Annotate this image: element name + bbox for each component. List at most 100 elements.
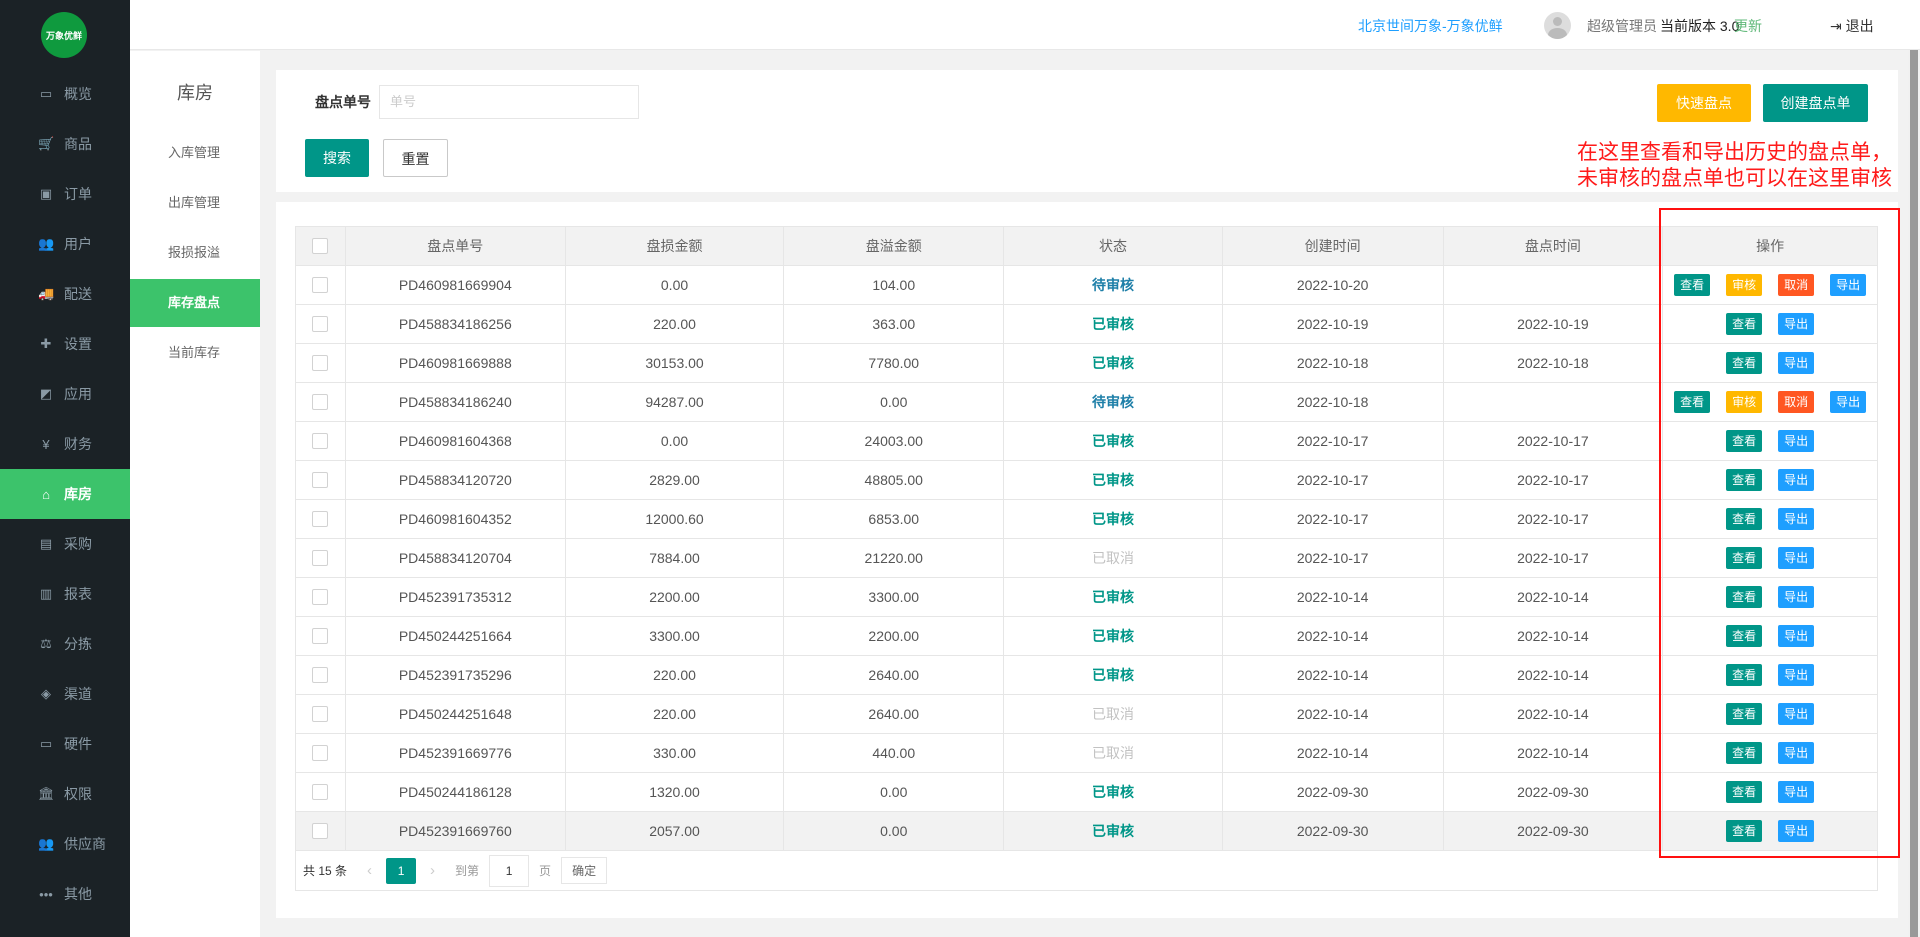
order-no: PD458834186240 xyxy=(346,383,566,421)
row-checkbox[interactable] xyxy=(312,472,329,488)
sub-sidebar-title: 库房 xyxy=(177,83,213,103)
stocktake-date xyxy=(1444,383,1664,421)
gain-amount: 0.00 xyxy=(784,812,1005,850)
subnav-item[interactable]: 出库管理 xyxy=(130,179,260,227)
sidebar-item-7[interactable]: ¥ 财务 xyxy=(0,419,130,469)
sidebar-item-6[interactable]: ◩ 应用 xyxy=(0,369,130,419)
row-checkbox[interactable] xyxy=(312,316,329,332)
created-date: 2022-10-17 xyxy=(1223,539,1444,577)
row-checkbox[interactable] xyxy=(312,355,329,371)
goto-confirm-button[interactable]: 确定 xyxy=(561,857,608,884)
row-checkbox[interactable] xyxy=(312,550,329,566)
group-icon: 👥 xyxy=(38,836,55,851)
sub-sidebar: 库房 入库管理 出库管理 报损报溢 库存盘点 当前库存 xyxy=(130,51,260,937)
stocktake-date: 2022-09-30 xyxy=(1444,812,1664,850)
col-header: 盘溢金额 xyxy=(784,227,1005,265)
gain-amount: 440.00 xyxy=(784,734,1005,772)
col-header: 创建时间 xyxy=(1223,227,1444,265)
create-stocktake-button[interactable]: 创建盘点单 xyxy=(1763,84,1868,122)
sidebar-item-13[interactable]: ▭ 硬件 xyxy=(0,719,130,769)
table-row: PD452391735296 220.00 2640.00 已审核 2022-10-14… xyxy=(296,656,1877,695)
search-button[interactable]: 搜索 xyxy=(305,139,369,177)
row-checkbox[interactable] xyxy=(312,394,329,410)
sidebar-item-label: 供应商 xyxy=(64,836,106,852)
loss-amount: 220.00 xyxy=(566,695,785,733)
company-link[interactable]: 北京世间万象-万象优鲜 xyxy=(1358,16,1503,36)
subnav-item[interactable]: 入库管理 xyxy=(130,129,260,177)
status: 已审核 xyxy=(1004,305,1223,343)
checkbox-cell xyxy=(296,383,346,421)
sidebar-item-11[interactable]: ⚖ 分拣 xyxy=(0,619,130,669)
puzzle-icon: ✚ xyxy=(40,336,52,351)
sidebar-item-label: 渠道 xyxy=(64,686,92,702)
stocktake-table: 盘点单号 盘损金额 盘溢金额 状态 创建时间 盘点时间 操作 PD4609816… xyxy=(295,226,1878,891)
order-no-input[interactable]: 单号 xyxy=(379,85,639,119)
sidebar-item-label: 设置 xyxy=(64,336,92,352)
sidebar-item-2[interactable]: ▣ 订单 xyxy=(0,169,130,219)
status: 已审核 xyxy=(1004,500,1223,538)
prev-page-icon[interactable]: ‹ xyxy=(367,862,372,879)
page-1[interactable]: 1 xyxy=(386,857,417,884)
reset-button[interactable]: 重置 xyxy=(383,139,448,177)
table-row: PD450244251664 3300.00 2200.00 已审核 2022-10-1… xyxy=(296,617,1877,656)
sidebar-item-3[interactable]: 👥 用户 xyxy=(0,219,130,269)
avatar[interactable] xyxy=(1544,12,1571,39)
sidebar-item-5[interactable]: ✚ 设置 xyxy=(0,319,130,369)
update-link[interactable]: 更新 xyxy=(1734,16,1762,36)
row-checkbox[interactable] xyxy=(312,706,329,722)
row-checkbox[interactable] xyxy=(312,667,329,683)
row-checkbox[interactable] xyxy=(312,628,329,644)
row-checkbox[interactable] xyxy=(312,745,329,761)
sidebar-item-15[interactable]: 👥 供应商 xyxy=(0,819,130,869)
gain-amount: 104.00 xyxy=(784,266,1005,304)
sidebar-item-4[interactable]: 🚚 配送 xyxy=(0,269,130,319)
logo[interactable]: 万象优鲜 xyxy=(41,12,87,58)
status: 已审核 xyxy=(1004,578,1223,616)
subnav-item[interactable]: 库存盘点 xyxy=(130,279,260,327)
sidebar-item-14[interactable]: 🏛 权限 xyxy=(0,769,130,819)
scrollbar[interactable] xyxy=(1908,50,1920,937)
table-row: PD458834120704 7884.00 21220.00 已取消 2022-10-… xyxy=(296,539,1877,578)
note-line: 在这里查看和导出历史的盘点单， xyxy=(1577,141,1892,164)
quick-stocktake-button[interactable]: 快速盘点 xyxy=(1657,84,1751,122)
sidebar-item-label: 配送 xyxy=(64,286,92,302)
sidebar-item-0[interactable]: ▭ 概览 xyxy=(0,69,130,119)
sidebar-item-1[interactable]: 🛒 商品 xyxy=(0,119,130,169)
sidebar-item-label: 应用 xyxy=(64,386,92,402)
money-icon: ▣ xyxy=(39,186,53,201)
sidebar-item-12[interactable]: ◈ 渠道 xyxy=(0,669,130,719)
stocktake-date: 2022-10-14 xyxy=(1444,695,1664,733)
order-no: PD458834120704 xyxy=(346,539,566,577)
loss-amount: 220.00 xyxy=(566,656,785,694)
subnav-item[interactable]: 报损报溢 xyxy=(130,229,260,277)
row-checkbox[interactable] xyxy=(312,433,329,449)
gain-amount: 3300.00 xyxy=(784,578,1005,616)
sidebar-item-8[interactable]: ⌂ 库房 xyxy=(0,469,130,519)
subnav-item[interactable]: 当前库存 xyxy=(130,329,260,377)
created-date: 2022-10-14 xyxy=(1223,695,1444,733)
order-no: PD460981604368 xyxy=(346,422,566,460)
select-all-checkbox[interactable] xyxy=(312,238,329,254)
sidebar-item-10[interactable]: ▥ 报表 xyxy=(0,569,130,619)
goto-page-input[interactable]: 1 xyxy=(489,854,530,887)
scale-icon: ⚖ xyxy=(40,636,52,651)
table-row: PD452391669776 330.00 440.00 已取消 2022-10-14 2… xyxy=(296,734,1877,773)
checkbox-cell xyxy=(296,695,346,733)
version-label: 当前版本 3.0 xyxy=(1660,18,1740,34)
sidebar-item-9[interactable]: ▤ 采购 xyxy=(0,519,130,569)
checkbox-cell xyxy=(296,500,346,538)
user-name[interactable]: 超级管理员 xyxy=(1587,16,1657,36)
order-no: PD450244251664 xyxy=(346,617,566,655)
sidebar-item-16[interactable]: ••• 其他 xyxy=(0,869,130,919)
logout-button[interactable]: ⇥ 退出 xyxy=(1830,16,1874,36)
table-row: PD460981669888 30153.00 7780.00 已审核 2022-10-… xyxy=(296,344,1877,383)
row-checkbox[interactable] xyxy=(312,277,329,293)
row-checkbox[interactable] xyxy=(312,589,329,605)
next-page-icon[interactable]: › xyxy=(430,862,435,879)
row-checkbox[interactable] xyxy=(312,784,329,800)
more-icon: ••• xyxy=(39,886,53,902)
row-checkbox[interactable] xyxy=(312,823,329,839)
row-checkbox[interactable] xyxy=(312,511,329,527)
table-row: PD458834186256 220.00 363.00 已审核 2022-10-19 2… xyxy=(296,305,1877,344)
loss-amount: 2057.00 xyxy=(566,812,785,850)
